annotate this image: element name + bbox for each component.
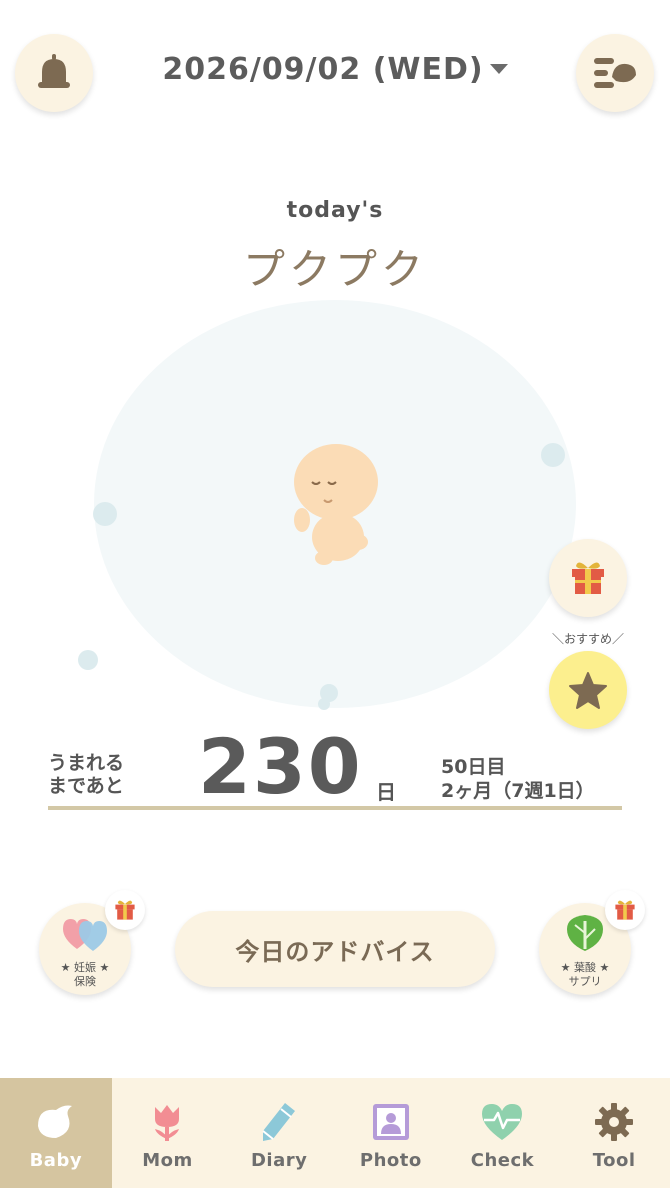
- hearts-icon: [63, 919, 107, 951]
- date-selector[interactable]: 2026/09/02 (WED): [0, 52, 670, 87]
- lettuce-icon: [567, 915, 603, 951]
- gift-icon: [572, 562, 604, 594]
- pregnancy-month-week: 2ヶ月（7週1日）: [441, 780, 595, 802]
- until-birth-label: うまれる まであと: [48, 752, 168, 798]
- until-label-line2: まであと: [48, 775, 124, 797]
- tab-tool[interactable]: Tool: [558, 1078, 670, 1188]
- bottom-tab-bar: Baby Mom Diary Photo Check Tool: [0, 1078, 670, 1188]
- recommend-label: ＼おすすめ／: [551, 632, 624, 646]
- tulip-icon: [155, 1105, 180, 1141]
- bird-icon: [37, 1105, 72, 1138]
- heart-pulse-icon: [482, 1104, 523, 1140]
- tab-check[interactable]: Check: [447, 1078, 559, 1188]
- tab-label: Tool: [592, 1150, 636, 1171]
- gift-icon: [615, 900, 635, 920]
- chevron-down-icon: [489, 63, 508, 74]
- menu-bird-icon: [594, 58, 636, 88]
- menu-button[interactable]: [576, 34, 654, 112]
- todays-advice-button[interactable]: 今日のアドバイス: [175, 911, 495, 987]
- tab-label: Baby: [29, 1150, 83, 1171]
- tab-label: Diary: [250, 1150, 308, 1171]
- date-text: 2026/09/02 (WED): [162, 52, 484, 87]
- bubble: [541, 443, 565, 467]
- until-label-line1: うまれる: [48, 752, 125, 774]
- days-unit: 日: [376, 780, 396, 804]
- pencil-icon: [262, 1103, 296, 1141]
- insurance-gift-badge: [105, 890, 145, 930]
- insurance-label-line2: 保険: [74, 975, 96, 988]
- supplement-label-line1: ★ 葉酸 ★: [560, 961, 610, 974]
- tab-baby[interactable]: Baby: [0, 1078, 112, 1188]
- gift-button[interactable]: [549, 539, 627, 617]
- bubble: [318, 698, 330, 710]
- gear-icon: [595, 1103, 634, 1141]
- recommend-button[interactable]: [549, 651, 627, 729]
- tab-label: Check: [470, 1150, 535, 1171]
- star-icon: [569, 672, 607, 709]
- tab-diary[interactable]: Diary: [223, 1078, 335, 1188]
- photo-icon: [372, 1104, 409, 1140]
- divider: [48, 806, 622, 810]
- tab-photo[interactable]: Photo: [335, 1078, 447, 1188]
- tab-mom[interactable]: Mom: [112, 1078, 224, 1188]
- days-remaining: 230: [198, 722, 363, 811]
- tab-label: Mom: [142, 1150, 193, 1171]
- pregnancy-day-number: 50日目: [441, 756, 506, 778]
- baby-illustration: [294, 444, 378, 565]
- bubble: [93, 502, 117, 526]
- bubble: [78, 650, 98, 670]
- supplement-gift-badge: [605, 890, 645, 930]
- todays-word: プクプク: [242, 245, 427, 294]
- todays-label: today's: [286, 198, 384, 223]
- gift-icon: [115, 900, 135, 920]
- insurance-label-line1: ★ 妊娠 ★: [60, 961, 110, 974]
- supplement-label-line2: サプリ: [568, 975, 602, 988]
- tab-label: Photo: [359, 1150, 422, 1171]
